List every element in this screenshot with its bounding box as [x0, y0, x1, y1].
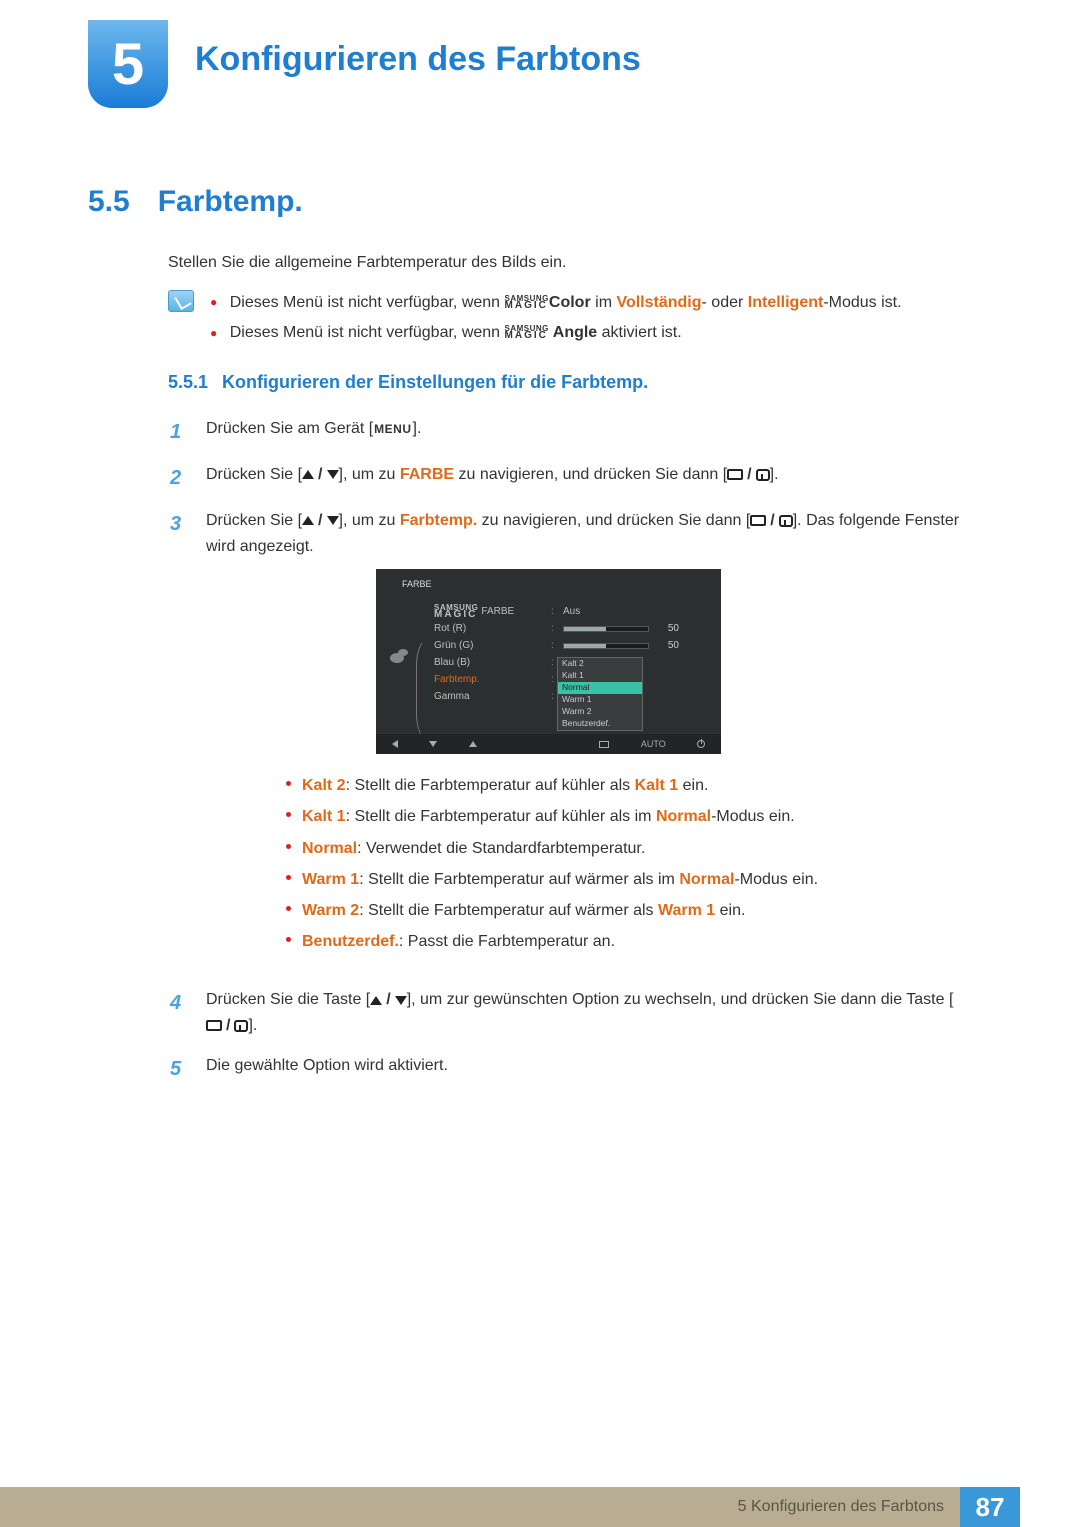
up-down-icon: / — [370, 987, 406, 1013]
note-item-2: ● Dieses Menü ist nicht verfügbar, wenn … — [210, 318, 902, 348]
section-title: Farbtemp. — [158, 185, 303, 219]
menu-button-label: MENU — [373, 420, 412, 439]
chapter-badge: 5 — [88, 20, 168, 108]
up-icon — [469, 741, 477, 747]
section-number: 5.5 — [88, 185, 130, 219]
note-item-1: ● Dieses Menü ist nicht verfügbar, wenn … — [210, 288, 902, 318]
chapter-title: Konfigurieren des Farbtons — [195, 40, 641, 79]
section-heading: 5.5 Farbtemp. — [88, 185, 303, 219]
option-descriptions: Kalt 2: Stellt die Farbtemperatur auf kü… — [246, 770, 980, 957]
source-enter-icon: / — [727, 462, 769, 488]
power-icon — [697, 740, 705, 748]
osd-title: FARBE — [402, 577, 432, 591]
source-enter-icon: / — [206, 1013, 248, 1039]
steps-list: 1 Drücken Sie am Gerät [MENU]. 2 Drücken… — [170, 416, 980, 1099]
step-1: 1 Drücken Sie am Gerät [MENU]. — [170, 416, 980, 448]
palette-icon — [390, 649, 412, 667]
osd-screenshot: FARBE SAMSUNGMAGICFARBE Rot (R) Grün (G)… — [376, 569, 721, 754]
source-enter-icon: / — [750, 508, 792, 534]
step-2: 2 Drücken Sie [/], um zu FARBE zu navigi… — [170, 462, 980, 494]
auto-label: AUTO — [641, 737, 666, 751]
page-number: 87 — [960, 1487, 1020, 1527]
left-icon — [392, 740, 398, 748]
subsection-heading: 5.5.1Konfigurieren der Einstellungen für… — [168, 372, 648, 393]
note-icon — [168, 290, 194, 312]
note-block: ● Dieses Menü ist nicht verfügbar, wenn … — [168, 288, 988, 349]
step-4: 4 Drücken Sie die Taste [/], um zur gewü… — [170, 987, 980, 1038]
page-footer: 5 Konfigurieren des Farbtons 87 — [0, 1487, 1080, 1527]
up-down-icon: / — [302, 462, 338, 488]
enter-icon — [599, 741, 609, 748]
osd-menu-left: SAMSUNGMAGICFARBE Rot (R) Grün (G) Blau … — [434, 603, 529, 705]
footer-text: 5 Konfigurieren des Farbtons — [738, 1498, 944, 1516]
step-3: 3 Drücken Sie [/], um zu Farbtemp. zu na… — [170, 508, 980, 973]
step-5: 5 Die gewählte Option wird aktiviert. — [170, 1053, 980, 1085]
up-down-icon: / — [302, 508, 338, 534]
osd-bottom-bar: AUTO — [376, 734, 721, 754]
section-intro: Stellen Sie die allgemeine Farbtemperatu… — [168, 254, 566, 272]
down-icon — [429, 741, 437, 747]
osd-dropdown: Kalt 2 Kalt 1 Normal Warm 1 Warm 2 Benut… — [557, 657, 643, 731]
